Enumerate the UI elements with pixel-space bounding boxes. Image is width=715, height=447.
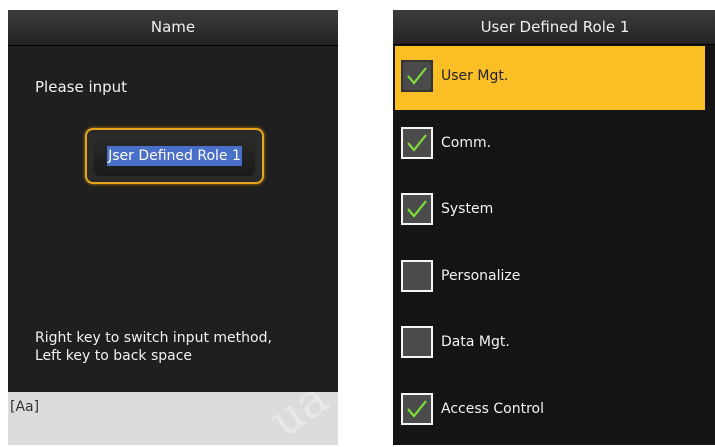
checkbox-checked-icon[interactable] xyxy=(401,60,433,92)
role-permissions-screen: User Defined Role 1 User Mgt. Comm. System… xyxy=(393,10,715,445)
permission-label: Access Control xyxy=(441,400,544,417)
input-mode-indicator: [Aa] xyxy=(10,399,40,415)
permission-label: Comm. xyxy=(441,134,492,151)
screen-title: Name xyxy=(8,10,338,46)
input-value: Jser Defined Role 1 xyxy=(107,146,242,166)
input-hint: Right key to switch input method, Left k… xyxy=(35,329,272,365)
permission-item[interactable]: Access Control xyxy=(395,379,705,443)
permission-item[interactable]: Comm. xyxy=(395,113,705,177)
input-prompt: Please input xyxy=(35,78,128,96)
checkbox-checked-icon[interactable] xyxy=(401,193,433,225)
permission-item[interactable]: User Mgt. xyxy=(395,46,705,110)
checkbox-checked-icon[interactable] xyxy=(401,392,433,425)
input-inner: Jser Defined Role 1 xyxy=(94,136,255,176)
checkbox-checked-icon[interactable] xyxy=(401,126,433,159)
permission-label: System xyxy=(441,201,494,217)
checkbox-unchecked-icon[interactable] xyxy=(401,326,433,358)
permission-item[interactable]: Data Mgt. xyxy=(395,312,705,376)
name-input-field[interactable]: Jser Defined Role 1 xyxy=(85,128,264,184)
permission-label: Data Mgt. xyxy=(441,334,510,350)
screen-title: User Defined Role 1 xyxy=(393,10,715,45)
permission-label: User Mgt. xyxy=(441,68,509,84)
permission-item[interactable]: Personalize xyxy=(395,246,705,310)
input-method-bar: [Aa] xyxy=(8,392,338,445)
hint-line-1: Right key to switch input method, xyxy=(35,330,272,346)
hint-line-2: Left key to back space xyxy=(35,348,193,364)
permission-item[interactable]: System xyxy=(395,179,705,243)
permission-label: Personalize xyxy=(441,267,521,284)
name-input-screen: Name Please input Jser Defined Role 1 Ri… xyxy=(8,10,338,445)
checkbox-unchecked-icon[interactable] xyxy=(401,259,433,292)
